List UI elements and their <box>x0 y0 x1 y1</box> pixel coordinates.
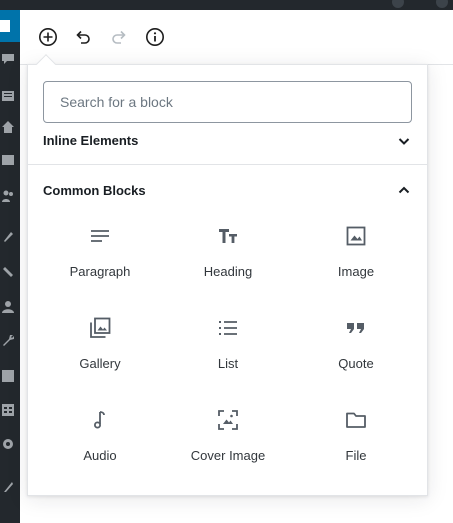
sidebar-item-posts[interactable] <box>0 10 20 42</box>
editor-toolbar <box>20 10 453 65</box>
block-label: Quote <box>338 356 374 371</box>
paragraph-icon <box>88 224 112 248</box>
block-inserter-popover: Inline Elements Common Blocks Paragraph … <box>27 64 428 496</box>
block-item-quote[interactable]: Quote <box>292 316 420 408</box>
block-item-cover-image[interactable]: Cover Image <box>164 408 292 495</box>
info-button[interactable] <box>144 26 166 48</box>
media-icon[interactable] <box>2 154 14 166</box>
block-item-heading[interactable]: Heading <box>164 224 292 316</box>
chevron-up-icon[interactable] <box>397 183 411 197</box>
block-item-list[interactable]: List <box>164 316 292 408</box>
redo-icon <box>112 30 126 44</box>
block-search-input[interactable] <box>43 81 412 123</box>
settings-import-icon[interactable] <box>2 370 14 382</box>
comments-icon[interactable] <box>2 53 14 65</box>
block-label: Image <box>337 264 375 279</box>
block-search <box>43 81 412 123</box>
admin-bar-account-icon[interactable] <box>436 0 448 8</box>
undo-icon <box>76 30 90 44</box>
block-label: Paragraph <box>69 264 131 279</box>
chevron-down-icon[interactable] <box>397 134 411 148</box>
table-icon[interactable] <box>2 404 14 416</box>
users-icon[interactable] <box>2 301 14 313</box>
panel-inline-elements[interactable]: Inline Elements <box>28 131 427 165</box>
admin-bar-item-icon[interactable] <box>392 0 404 8</box>
block-label: Cover Image <box>190 448 266 463</box>
block-label: File <box>345 448 367 463</box>
block-label: Gallery <box>79 356 121 371</box>
block-label: Audio <box>83 448 117 463</box>
redo-button[interactable] <box>108 26 130 48</box>
plus-circle-icon <box>39 28 57 46</box>
file-icon <box>344 408 368 432</box>
list-icon <box>216 316 240 340</box>
block-label: List <box>217 356 239 371</box>
pages-icon[interactable] <box>2 90 14 102</box>
home-icon[interactable] <box>2 121 14 133</box>
posts-icon <box>0 20 12 32</box>
undo-button[interactable] <box>72 26 94 48</box>
collapse-menu-icon[interactable] <box>2 481 14 493</box>
appearance-icon[interactable] <box>2 231 14 243</box>
admin-bar <box>0 0 453 10</box>
plugins-icon[interactable] <box>2 266 14 278</box>
audio-icon <box>88 408 112 432</box>
block-label: Heading <box>203 264 253 279</box>
add-block-button[interactable] <box>37 26 59 48</box>
heading-icon <box>216 224 240 248</box>
cover-image-icon <box>216 408 240 432</box>
panel-title[interactable]: Common Blocks <box>43 183 146 198</box>
block-item-paragraph[interactable]: Paragraph <box>36 224 164 316</box>
image-icon <box>344 224 368 248</box>
block-item-audio[interactable]: Audio <box>36 408 164 495</box>
info-icon <box>146 28 164 46</box>
block-item-gallery[interactable]: Gallery <box>36 316 164 408</box>
block-item-file[interactable]: File <box>292 408 420 495</box>
gallery-icon <box>88 316 112 340</box>
users-group-icon[interactable] <box>2 190 14 202</box>
panel-common-blocks: Common Blocks Paragraph Heading Image Ga… <box>28 166 427 495</box>
tools-icon[interactable] <box>2 334 14 346</box>
settings-gear-icon[interactable] <box>2 438 14 450</box>
quote-icon <box>344 316 368 340</box>
admin-sidebar <box>0 0 20 523</box>
block-item-image[interactable]: Image <box>292 224 420 316</box>
panel-title: Inline Elements <box>43 133 139 148</box>
